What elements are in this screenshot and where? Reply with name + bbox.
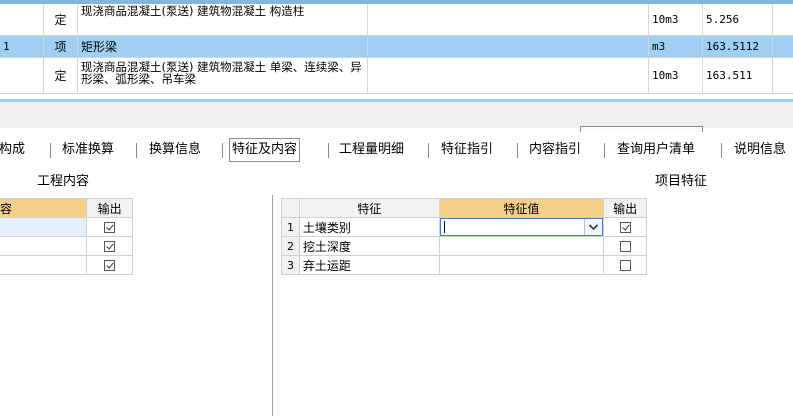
output-cell[interactable]	[86, 255, 133, 275]
column-header-output: 输出	[86, 198, 133, 218]
tab-standard-conversion[interactable]: 标准换算	[62, 138, 114, 162]
row-quantity: 5.256	[706, 13, 740, 26]
output-cell[interactable]	[603, 217, 647, 237]
work-content-label: 工程内容	[37, 174, 90, 189]
table-row[interactable]: 2 挖土深度	[281, 236, 647, 256]
table-header-row: 特征 特征值 输出	[281, 198, 647, 218]
tab-query-user-list[interactable]: 查询用户清单	[617, 138, 695, 162]
table-row[interactable]	[0, 217, 133, 237]
checkbox-icon[interactable]	[619, 222, 631, 233]
item-features-table: 特征 特征值 输出 1 土壤类别 2 挖土深度 3 弃土运距	[281, 198, 647, 275]
row-type: 项	[44, 36, 78, 57]
row-number: 3	[281, 255, 300, 275]
row-type: 定	[44, 58, 78, 93]
chevron-down-icon[interactable]	[584, 219, 603, 235]
column-header-feature-value: 特征值	[438, 198, 605, 218]
content-cell[interactable]	[0, 255, 88, 275]
tab-separator	[428, 143, 429, 158]
tab-separator	[50, 143, 51, 158]
row-unit: 10m3	[652, 13, 679, 26]
checkbox-icon[interactable]	[104, 222, 116, 233]
row-description: 矩形梁	[81, 40, 118, 54]
feature-value-cell[interactable]	[438, 255, 605, 275]
output-cell[interactable]	[603, 255, 647, 275]
tab-separator	[136, 143, 137, 158]
feature-name: 挖土深度	[298, 236, 440, 256]
upper-grid: 定 现浇商品混凝土(泵送) 建筑物混凝土 构造柱 10m3 5.256 1 项 …	[0, 0, 793, 102]
feature-value-dropdown[interactable]	[439, 218, 604, 236]
row-quantity: 163.511	[706, 69, 753, 82]
row-description: 现浇商品混凝土(泵送) 建筑物混凝土 单梁、连续梁、异形梁、弧形梁、吊车梁	[81, 60, 362, 86]
content-cell[interactable]	[0, 236, 88, 256]
tab-feature-guide[interactable]: 特征指引	[441, 138, 493, 162]
tab-conversion-info[interactable]: 换算信息	[149, 138, 201, 162]
panel-divider[interactable]	[272, 195, 273, 416]
row-description: 现浇商品混凝土(泵送) 建筑物混凝土 构造柱	[81, 4, 305, 18]
row-unit: m3	[652, 40, 666, 53]
grid-row-partial	[0, 94, 793, 102]
tab-features-content[interactable]: 特征及内容	[229, 138, 301, 162]
grid-row[interactable]: 定 现浇商品混凝土(泵送) 建筑物混凝土 构造柱 10m3 5.256	[0, 4, 793, 36]
row-code: 1	[3, 40, 10, 53]
feature-value-cell[interactable]	[438, 217, 605, 237]
checkbox-icon[interactable]	[619, 260, 631, 271]
tab-separator	[222, 143, 223, 158]
tab-separator	[604, 143, 605, 158]
table-row[interactable]: 3 弃土运距	[281, 255, 647, 275]
scroll-thumb[interactable]	[580, 126, 703, 132]
table-row[interactable]: 1 土壤类别	[281, 217, 647, 237]
column-header-output: 输出	[603, 198, 647, 218]
feature-name: 弃土运距	[298, 255, 440, 275]
table-row[interactable]	[0, 236, 133, 256]
table-row[interactable]	[0, 255, 133, 275]
tab-separator	[721, 143, 722, 158]
tab-content-guide[interactable]: 内容指引	[529, 138, 581, 162]
feature-name: 土壤类别	[298, 217, 440, 237]
row-number: 2	[281, 236, 300, 256]
row-quantity: 163.5112	[706, 40, 759, 53]
tab-quantity-detail[interactable]: 工程量明细	[339, 138, 404, 162]
tab-bar: 构成 标准换算 换算信息 特征及内容 工程量明细 特征指引 内容指引 查询用户清…	[0, 137, 793, 163]
output-cell[interactable]	[86, 217, 133, 237]
work-content-table: 容 输出	[0, 198, 133, 275]
grid-row-selected[interactable]: 1 项 矩形梁 m3 163.5112	[0, 36, 793, 58]
output-cell[interactable]	[603, 236, 647, 256]
item-features-label: 项目特征	[655, 174, 708, 189]
feature-value-cell[interactable]	[438, 236, 605, 256]
tab-composition[interactable]: 构成	[0, 138, 25, 162]
splitter[interactable]	[0, 102, 793, 128]
column-header: 容	[0, 198, 88, 218]
checkbox-icon[interactable]	[104, 260, 116, 271]
column-header-feature: 特征	[298, 198, 440, 218]
checkbox-icon[interactable]	[104, 241, 116, 252]
row-number: 1	[281, 217, 300, 237]
tab-description-info[interactable]: 说明信息	[734, 138, 786, 162]
tab-separator	[517, 143, 518, 158]
output-cell[interactable]	[86, 236, 133, 256]
row-unit: 10m3	[652, 69, 679, 82]
table-header-row: 容 输出	[0, 198, 133, 218]
content-cell[interactable]	[0, 217, 88, 237]
tab-separator	[328, 143, 329, 158]
row-type: 定	[44, 4, 78, 35]
grid-row[interactable]: 定 现浇商品混凝土(泵送) 建筑物混凝土 单梁、连续梁、异形梁、弧形梁、吊车梁 …	[0, 58, 793, 94]
text-caret	[443, 221, 445, 233]
checkbox-icon[interactable]	[619, 241, 631, 252]
